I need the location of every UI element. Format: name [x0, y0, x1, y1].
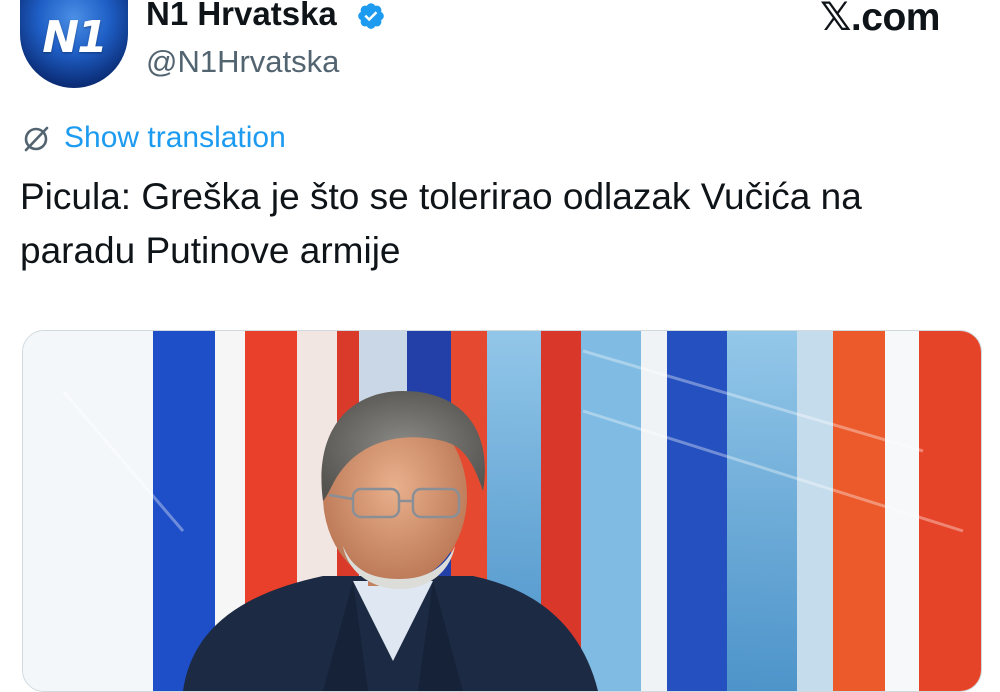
tweet-media-image[interactable]: [22, 330, 982, 692]
x-logo-icon: 𝕏: [820, 0, 851, 40]
globe-slash-icon: [24, 126, 49, 152]
media-photo: [23, 331, 981, 691]
display-name[interactable]: N1 Hrvatska: [146, 0, 337, 34]
avatar-logo: N1: [42, 12, 107, 63]
verified-badge-icon: [358, 3, 384, 29]
avatar[interactable]: N1: [20, 0, 128, 88]
show-translation-link[interactable]: Show translation: [64, 121, 286, 155]
tweet-text: Picula: Greška je što se tolerirao odlaz…: [20, 176, 862, 271]
account-handle[interactable]: @N1Hrvatska: [146, 42, 339, 82]
x-com-badge: 𝕏.com: [820, 0, 940, 40]
translate-row[interactable]: Show translation: [20, 118, 286, 158]
site-badge-suffix: .com: [850, 0, 941, 39]
